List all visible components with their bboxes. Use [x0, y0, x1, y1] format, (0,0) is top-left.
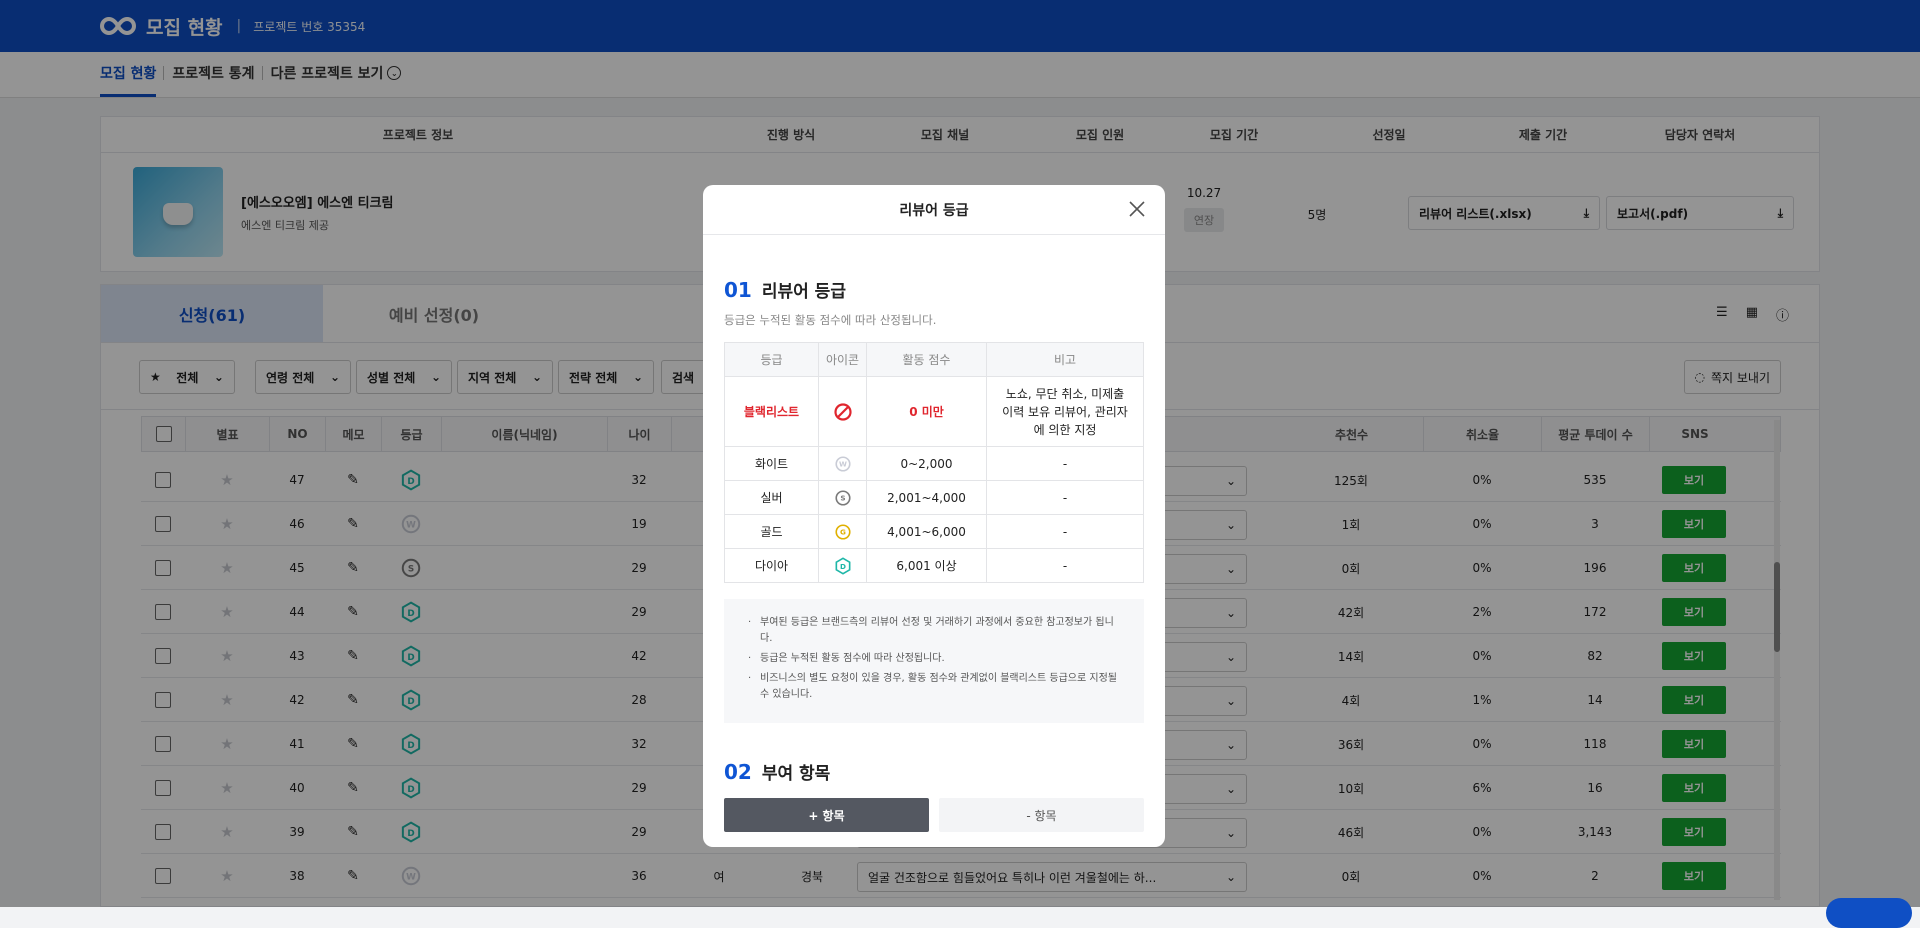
grade-score: 0~2,000: [866, 446, 987, 481]
modal-header: 리뷰어 등급: [703, 185, 1165, 235]
reviewer-grade-modal: 리뷰어 등급 01 리뷰어 등급 등급은 누적된 활동 점수에 따라 산정됩니다…: [703, 185, 1165, 847]
grade-diamond-icon: D: [818, 548, 867, 583]
grade-table-body: 블랙리스트 0 미만 노쇼, 무단 취소, 미제출 이력 보유 리뷰어, 관리자에 …: [724, 376, 1144, 583]
section-grade-title: 01 리뷰어 등급: [724, 277, 1144, 302]
close-icon[interactable]: [1127, 199, 1147, 219]
col-note: 비고: [986, 342, 1144, 377]
grade-row: 블랙리스트 0 미만 노쇼, 무단 취소, 미제출 이력 보유 리뷰어, 관리자에 …: [724, 376, 1144, 447]
grade-row: 화이트 W 0~2,000-: [724, 446, 1144, 481]
remove-item-button[interactable]: - 항목: [939, 798, 1144, 832]
svg-text:D: D: [840, 562, 846, 571]
modal-title: 리뷰어 등급: [899, 202, 969, 219]
grade-row: 실버 S 2,001~4,000-: [724, 480, 1144, 515]
grade-name: 화이트: [724, 446, 819, 481]
note-item: 등급은 누적된 활동 점수에 따라 산정됩니다.: [748, 651, 1118, 667]
section-items-title: 02 부여 항목: [724, 759, 1144, 784]
grade-name: 실버: [724, 480, 819, 515]
svg-text:S: S: [840, 493, 845, 502]
note-item: 부여된 등급은 브랜드측의 리뷰어 선정 및 거래하기 과정에서 중요한 참고정…: [748, 615, 1118, 647]
grade-score: 2,001~4,000: [866, 480, 987, 515]
grade-ban-icon: [818, 376, 867, 447]
floating-help-button[interactable]: [1826, 898, 1912, 928]
grade-notes: 부여된 등급은 브랜드측의 리뷰어 선정 및 거래하기 과정에서 중요한 참고정…: [724, 599, 1144, 723]
grade-score: 6,001 이상: [866, 548, 987, 583]
grade-row: 다이아 D 6,001 이상 -: [724, 548, 1144, 583]
grade-table-header: 등급 아이콘 활동 점수 비고: [724, 342, 1144, 377]
section-description: 등급은 누적된 활동 점수에 따라 산정됩니다.: [724, 313, 937, 327]
section-number: 01: [724, 278, 752, 302]
svg-text:W: W: [839, 459, 847, 468]
grade-gold-icon: G: [818, 514, 867, 549]
section-title: 리뷰어 등급: [761, 282, 846, 302]
svg-text:G: G: [840, 527, 846, 536]
add-item-button[interactable]: + 항목: [724, 798, 929, 832]
grade-note: -: [986, 446, 1144, 481]
section-title: 부여 항목: [761, 764, 831, 784]
modal-body: 01 리뷰어 등급 등급은 누적된 활동 점수에 따라 산정됩니다. 등급 아이…: [703, 277, 1165, 832]
grade-name: 골드: [724, 514, 819, 549]
grade-white-icon: W: [818, 446, 867, 481]
grade-name: 다이아: [724, 548, 819, 583]
grade-score: 4,001~6,000: [866, 514, 987, 549]
grade-name: 블랙리스트: [724, 376, 819, 447]
col-icon: 아이콘: [818, 342, 867, 377]
grade-row: 골드 G 4,001~6,000-: [724, 514, 1144, 549]
grade-score: 0 미만: [866, 376, 987, 447]
col-score: 활동 점수: [866, 342, 987, 377]
section-number: 02: [724, 760, 752, 784]
item-buttons: + 항목 - 항목: [724, 798, 1144, 832]
col-grade: 등급: [724, 342, 819, 377]
note-item: 비즈니스의 별도 요청이 있을 경우, 활동 점수와 관계없이 블랙리스트 등급…: [748, 671, 1118, 703]
grade-silver-icon: S: [818, 480, 867, 515]
grade-note: -: [986, 548, 1144, 583]
grade-note: -: [986, 480, 1144, 515]
grade-note: -: [986, 514, 1144, 549]
grade-note: 노쇼, 무단 취소, 미제출 이력 보유 리뷰어, 관리자에 의한 지정: [986, 376, 1144, 447]
grade-table: 등급 아이콘 활동 점수 비고 블랙리스트 0 미만 노쇼, 무단 취소, 미제출 …: [724, 342, 1144, 583]
